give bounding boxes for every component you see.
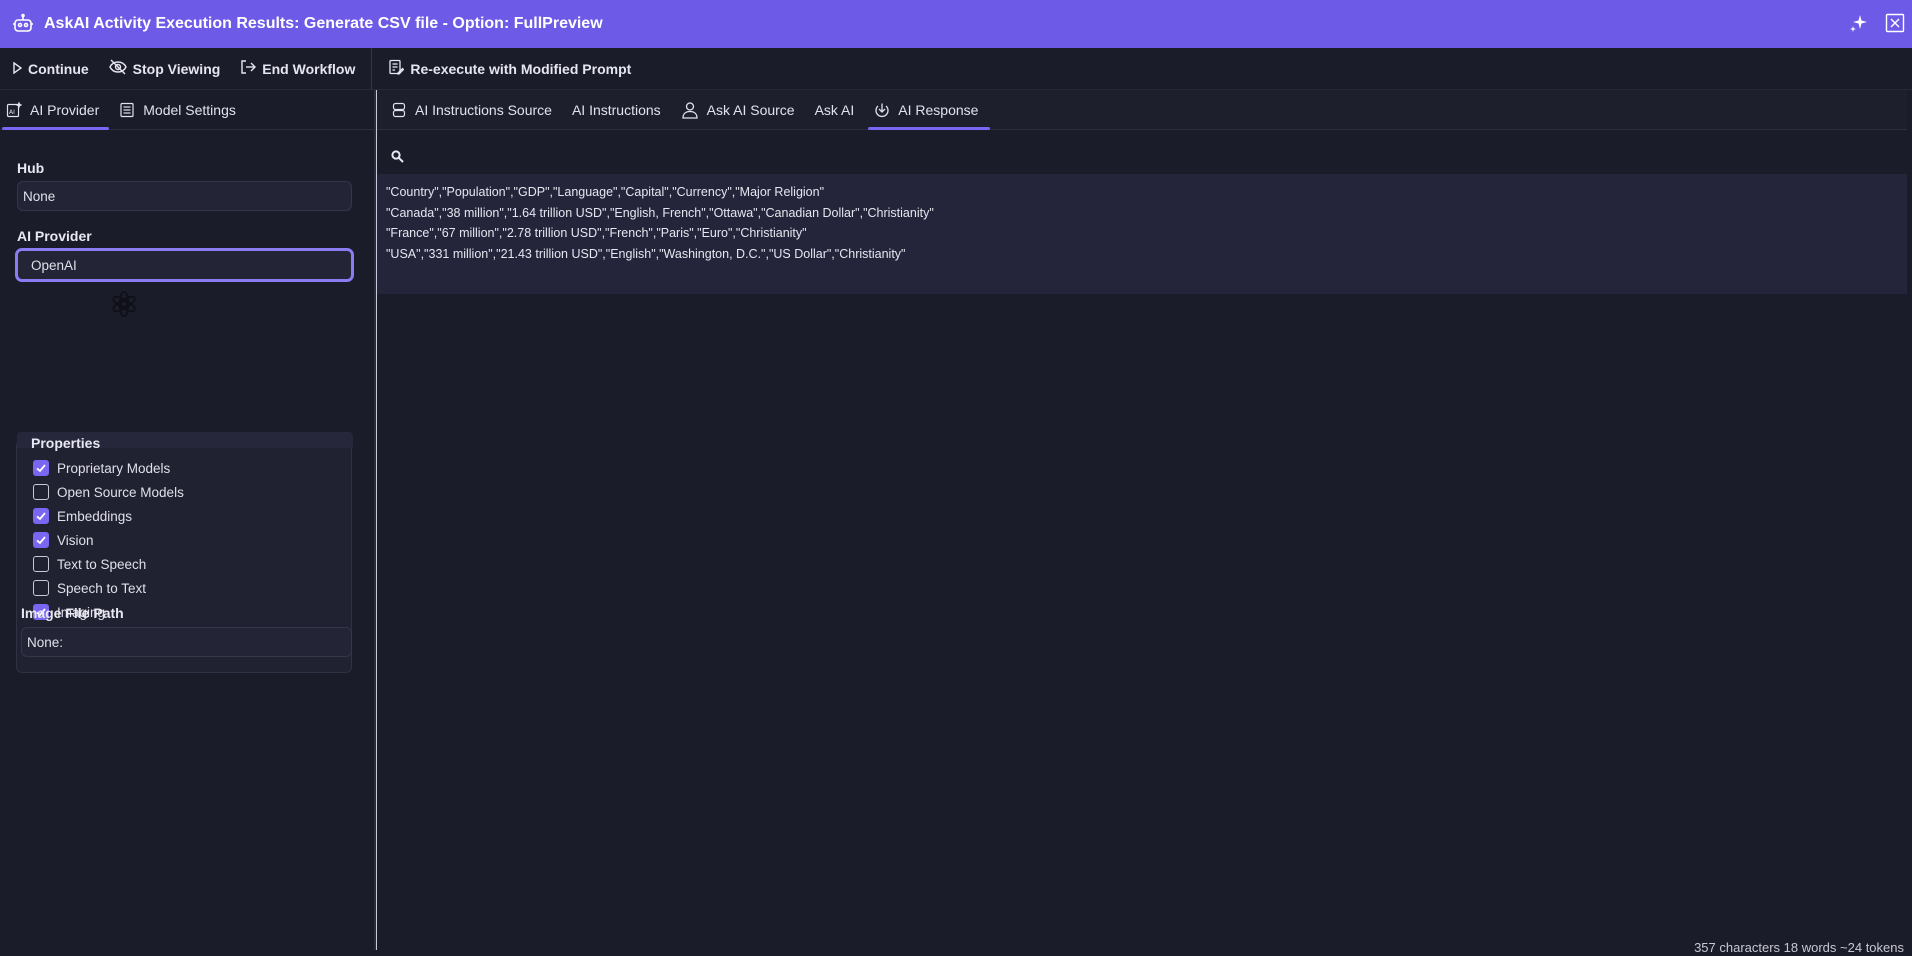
hub-select[interactable]: None <box>17 181 352 211</box>
tab-ai-provider[interactable]: AI AI Provider <box>0 90 110 130</box>
continue-label: Continue <box>28 60 89 77</box>
property-label: Speech to Text <box>57 580 147 596</box>
property-checkbox-row[interactable]: Open Source Models <box>33 484 184 500</box>
ai-provider-select[interactable]: OpenAI <box>15 248 354 282</box>
person-icon <box>681 101 699 119</box>
tab-ai-instructions-source-label: AI Instructions Source <box>415 101 552 118</box>
property-checkbox-row[interactable]: Vision <box>33 532 94 548</box>
end-workflow-button[interactable]: End Workflow <box>230 48 365 90</box>
response-line: "Canada","38 million","1.64 trillion USD… <box>386 205 934 220</box>
ai-response-text[interactable]: "Country","Population","GDP","Language",… <box>377 174 1907 294</box>
checkbox-checked[interactable] <box>33 508 49 524</box>
play-icon <box>12 61 23 77</box>
title-bar: AskAI Activity Execution Results: Genera… <box>0 0 1912 48</box>
response-line: "USA","331 million","21.43 trillion USD"… <box>386 246 906 261</box>
status-bar-counts: 357 characters 18 words ~24 tokens <box>1694 940 1904 955</box>
eye-off-icon <box>108 59 127 78</box>
property-label: Proprietary Models <box>57 460 171 476</box>
toolbar: Continue Stop Viewing End Workflow Re-ex… <box>0 47 1912 90</box>
robot-icon <box>11 12 35 36</box>
tab-model-settings[interactable]: Model Settings <box>109 90 246 129</box>
checkbox-checked[interactable] <box>33 460 49 476</box>
hub-value: None <box>23 188 56 204</box>
image-file-path-value: None: <box>27 634 64 650</box>
property-checkbox-row[interactable]: Proprietary Models <box>33 460 170 476</box>
tab-model-settings-label: Model Settings <box>143 101 236 118</box>
property-label: Embeddings <box>57 508 133 524</box>
document-edit-icon <box>388 59 405 78</box>
checkmark-icon <box>36 536 46 545</box>
reexecute-label: Re-execute with Modified Prompt <box>410 60 632 77</box>
checkmark-icon <box>36 464 46 473</box>
sparkle-icon[interactable] <box>1848 12 1870 34</box>
property-checkbox-row[interactable]: Text to Speech <box>33 556 146 572</box>
continue-button[interactable]: Continue <box>0 48 99 90</box>
tab-ai-response[interactable]: AI Response <box>866 90 991 130</box>
property-label: Open Source Models <box>57 484 184 500</box>
stop-viewing-label: Stop Viewing <box>132 60 221 77</box>
reexecute-button[interactable]: Re-execute with Modified Prompt <box>378 48 641 90</box>
properties-title: Properties <box>31 435 101 451</box>
download-circle-icon <box>874 102 890 118</box>
checkbox-unchecked[interactable] <box>33 556 49 572</box>
tab-ask-ai-source-label: Ask AI Source <box>706 101 795 118</box>
tab-ai-provider-label: AI Provider <box>30 101 100 118</box>
close-icon[interactable] <box>1884 12 1906 34</box>
svg-text:AI: AI <box>9 109 15 116</box>
tab-ai-instructions[interactable]: AI Instructions <box>564 90 673 129</box>
property-label: Text to Speech <box>57 556 147 572</box>
openai-logo-icon <box>110 290 138 318</box>
property-checkbox-row[interactable]: Embeddings <box>33 508 132 524</box>
tab-ask-ai-label: Ask AI <box>814 101 855 118</box>
tab-ai-instructions-label: AI Instructions <box>571 101 661 118</box>
response-line: "Country","Population","GDP","Language",… <box>386 185 825 199</box>
hub-label: Hub <box>17 160 45 176</box>
property-label: Vision <box>57 532 94 548</box>
tab-ask-ai[interactable]: Ask AI <box>807 90 867 129</box>
list-document-icon <box>119 102 135 118</box>
checkbox-unchecked[interactable] <box>33 580 49 596</box>
tab-ask-ai-source[interactable]: Ask AI Source <box>673 90 807 129</box>
checkbox-unchecked[interactable] <box>33 484 49 500</box>
response-line: "France","67 million","2.78 trillion USD… <box>386 226 807 240</box>
image-file-path-label: Image File Path <box>21 605 124 621</box>
end-workflow-label: End Workflow <box>262 60 356 77</box>
checkmark-icon <box>36 512 46 521</box>
exit-icon <box>240 59 257 78</box>
tab-ai-response-label: AI Response <box>898 101 979 118</box>
database-icon <box>391 102 407 118</box>
tab-ai-instructions-source[interactable]: AI Instructions Source <box>383 90 564 129</box>
ai-provider-label: AI Provider <box>17 228 92 244</box>
stop-viewing-button[interactable]: Stop Viewing <box>99 48 231 90</box>
checkbox-checked[interactable] <box>33 532 49 548</box>
search-icon[interactable] <box>387 146 407 166</box>
window-title: AskAI Activity Execution Results: Genera… <box>44 15 603 32</box>
ai-sparkle-icon: AI <box>6 101 22 118</box>
property-checkbox-row[interactable]: Speech to Text <box>33 580 146 596</box>
left-tab-bar: AI AI Provider Model Settings <box>0 90 374 130</box>
toolbar-divider <box>371 47 373 90</box>
right-panel: AI Instructions Source AI Instructions A… <box>377 90 1912 956</box>
ai-provider-value: OpenAI <box>31 257 77 273</box>
left-panel: AI AI Provider Model Settings Hub None A… <box>0 90 374 956</box>
image-file-path-input[interactable]: None: <box>21 627 352 657</box>
right-tab-bar: AI Instructions Source AI Instructions A… <box>377 90 1907 130</box>
